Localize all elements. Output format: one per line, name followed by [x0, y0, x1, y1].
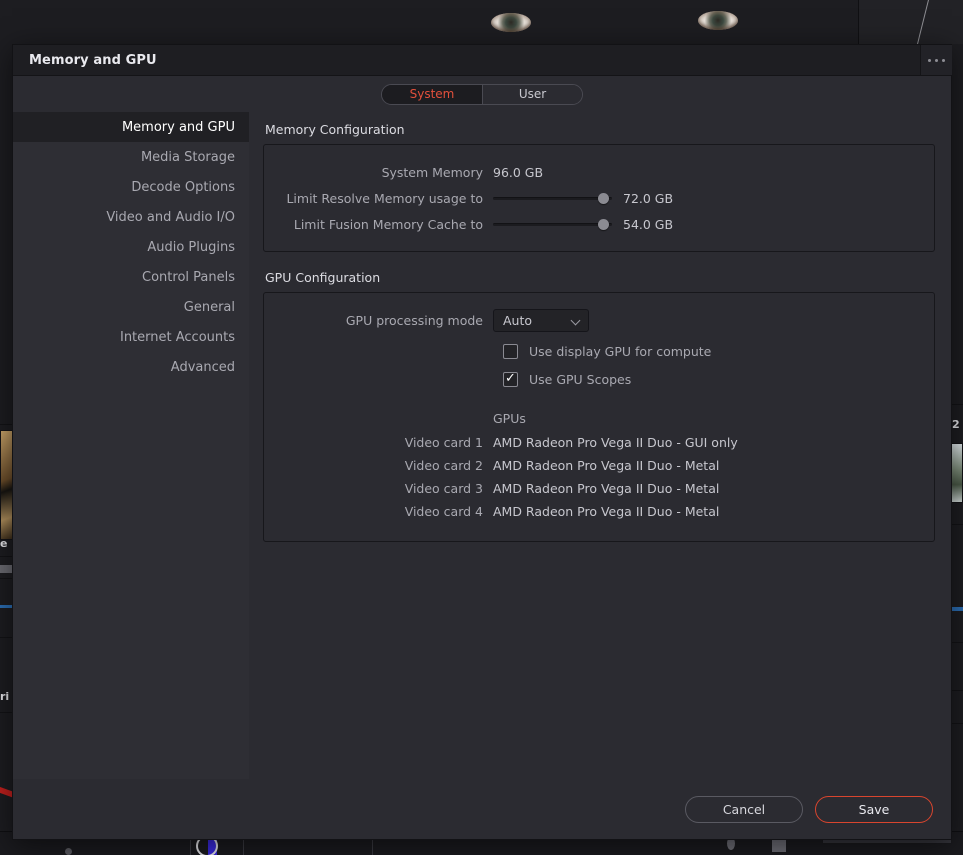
- system-memory-label: System Memory: [381, 164, 483, 180]
- resolve-memory-limit-value: 72.0 GB: [623, 190, 674, 206]
- resolve-memory-limit-label: Limit Resolve Memory usage to: [286, 190, 483, 206]
- viewer-side-panel: [858, 0, 963, 44]
- tab-group: System User: [381, 83, 583, 105]
- video-card-4-value: AMD Radeon Pro Vega II Duo - Metal: [493, 504, 720, 519]
- tab-user[interactable]: User: [482, 84, 582, 104]
- sidebar-item-advanced[interactable]: Advanced: [13, 352, 249, 382]
- table-row: Video card 2 AMD Radeon Pro Vega II Duo …: [274, 454, 924, 477]
- system-memory-row: System Memory 96.0 GB: [274, 159, 924, 185]
- dialog-titlebar: Memory and GPU: [13, 45, 952, 76]
- video-card-1-label: Video card 1: [404, 435, 483, 450]
- sidebar-item-audio-plugins[interactable]: Audio Plugins: [13, 232, 249, 262]
- tab-system[interactable]: System: [382, 84, 482, 104]
- fusion-memory-cache-row: Limit Fusion Memory Cache to 54.0 GB: [274, 211, 924, 237]
- gpu-processing-mode-value: Auto: [503, 312, 533, 328]
- background-track-number: 2: [952, 418, 960, 431]
- memory-configuration-panel: System Memory 96.0 GB Limit Resolve Memo…: [263, 144, 935, 252]
- dialog-body: Memory and GPU Media Storage Decode Opti…: [13, 112, 951, 779]
- gpu-processing-mode-row: GPU processing mode Auto: [274, 307, 924, 333]
- table-row: Video card 1 AMD Radeon Pro Vega II Duo …: [274, 431, 924, 454]
- video-card-4-label: Video card 4: [404, 504, 483, 519]
- more-options-button[interactable]: [920, 45, 952, 75]
- gpu-configuration-title: GPU Configuration: [265, 270, 381, 285]
- fusion-memory-cache-value: 54.0 GB: [623, 216, 674, 232]
- toolbar-dot-icon[interactable]: [65, 848, 72, 855]
- use-gpu-scopes-label: Use GPU Scopes: [529, 371, 632, 387]
- slider-knob[interactable]: [598, 192, 610, 204]
- video-card-3-label: Video card 3: [404, 481, 483, 496]
- gpus-header-row: GPUs: [274, 405, 924, 431]
- use-gpu-scopes-row[interactable]: ✓ Use GPU Scopes: [274, 365, 924, 393]
- fusion-memory-slider[interactable]: [493, 217, 612, 231]
- ellipsis-icon-dot: [942, 58, 945, 62]
- slider-knob[interactable]: [598, 218, 610, 230]
- table-row: Video card 4 AMD Radeon Pro Vega II Duo …: [274, 500, 924, 523]
- settings-sidebar: Memory and GPU Media Storage Decode Opti…: [13, 112, 249, 779]
- dialog-title: Memory and GPU: [29, 52, 157, 68]
- memory-configuration-title: Memory Configuration: [265, 122, 405, 137]
- memory-and-gpu-dialog: Memory and GPU System User Memory and GP…: [12, 44, 952, 840]
- gpu-processing-mode-label: GPU processing mode: [345, 312, 483, 328]
- viewer-eye-right: [698, 11, 738, 30]
- sidebar-item-control-panels[interactable]: Control Panels: [13, 262, 249, 292]
- checkmark-icon: ✓: [505, 371, 516, 386]
- sidebar-item-video-and-audio-io[interactable]: Video and Audio I/O: [13, 202, 249, 232]
- video-card-3-value: AMD Radeon Pro Vega II Duo - Metal: [493, 481, 720, 496]
- sidebar-item-general[interactable]: General: [13, 292, 249, 322]
- slider-track: [493, 196, 612, 200]
- ellipsis-icon-dot: [928, 58, 931, 62]
- sidebar-item-media-storage[interactable]: Media Storage: [13, 142, 249, 172]
- gpus-header-label: GPUs: [493, 410, 526, 426]
- ellipsis-icon-dot: [935, 58, 938, 62]
- sidebar-item-decode-options[interactable]: Decode Options: [13, 172, 249, 202]
- sidebar-item-memory-and-gpu[interactable]: Memory and GPU: [13, 112, 249, 142]
- video-card-2-value: AMD Radeon Pro Vega II Duo - Metal: [493, 458, 720, 473]
- dialog-footer: Cancel Save: [13, 779, 951, 839]
- table-row: Video card 3 AMD Radeon Pro Vega II Duo …: [274, 477, 924, 500]
- tab-strip: System User: [13, 76, 951, 112]
- video-card-2-label: Video card 2: [404, 458, 483, 473]
- video-card-1-value: AMD Radeon Pro Vega II Duo - GUI only: [493, 435, 738, 450]
- system-memory-value: 96.0 GB: [493, 164, 544, 180]
- slider-track: [493, 222, 612, 226]
- gpu-configuration-panel: GPU processing mode Auto ✓ Use display G…: [263, 292, 935, 542]
- use-display-gpu-label: Use display GPU for compute: [529, 343, 712, 359]
- resolve-memory-slider[interactable]: [493, 191, 612, 205]
- sidebar-item-internet-accounts[interactable]: Internet Accounts: [13, 322, 249, 352]
- use-display-gpu-row[interactable]: ✓ Use display GPU for compute: [274, 337, 924, 365]
- gpu-processing-mode-select[interactable]: Auto: [493, 308, 589, 332]
- use-display-gpu-checkbox[interactable]: ✓: [503, 343, 518, 359]
- use-gpu-scopes-checkbox[interactable]: ✓: [503, 371, 518, 387]
- fusion-memory-cache-label: Limit Fusion Memory Cache to: [293, 216, 483, 232]
- viewer-eye-left: [491, 13, 531, 32]
- save-button[interactable]: Save: [815, 795, 933, 823]
- resolve-memory-limit-row: Limit Resolve Memory usage to 72.0 GB: [274, 185, 924, 211]
- background-timeline-label: ri: [0, 690, 10, 703]
- settings-content: Memory Configuration System Memory 96.0 …: [249, 112, 951, 779]
- cancel-button[interactable]: Cancel: [685, 795, 803, 823]
- chevron-down-icon: [572, 316, 581, 325]
